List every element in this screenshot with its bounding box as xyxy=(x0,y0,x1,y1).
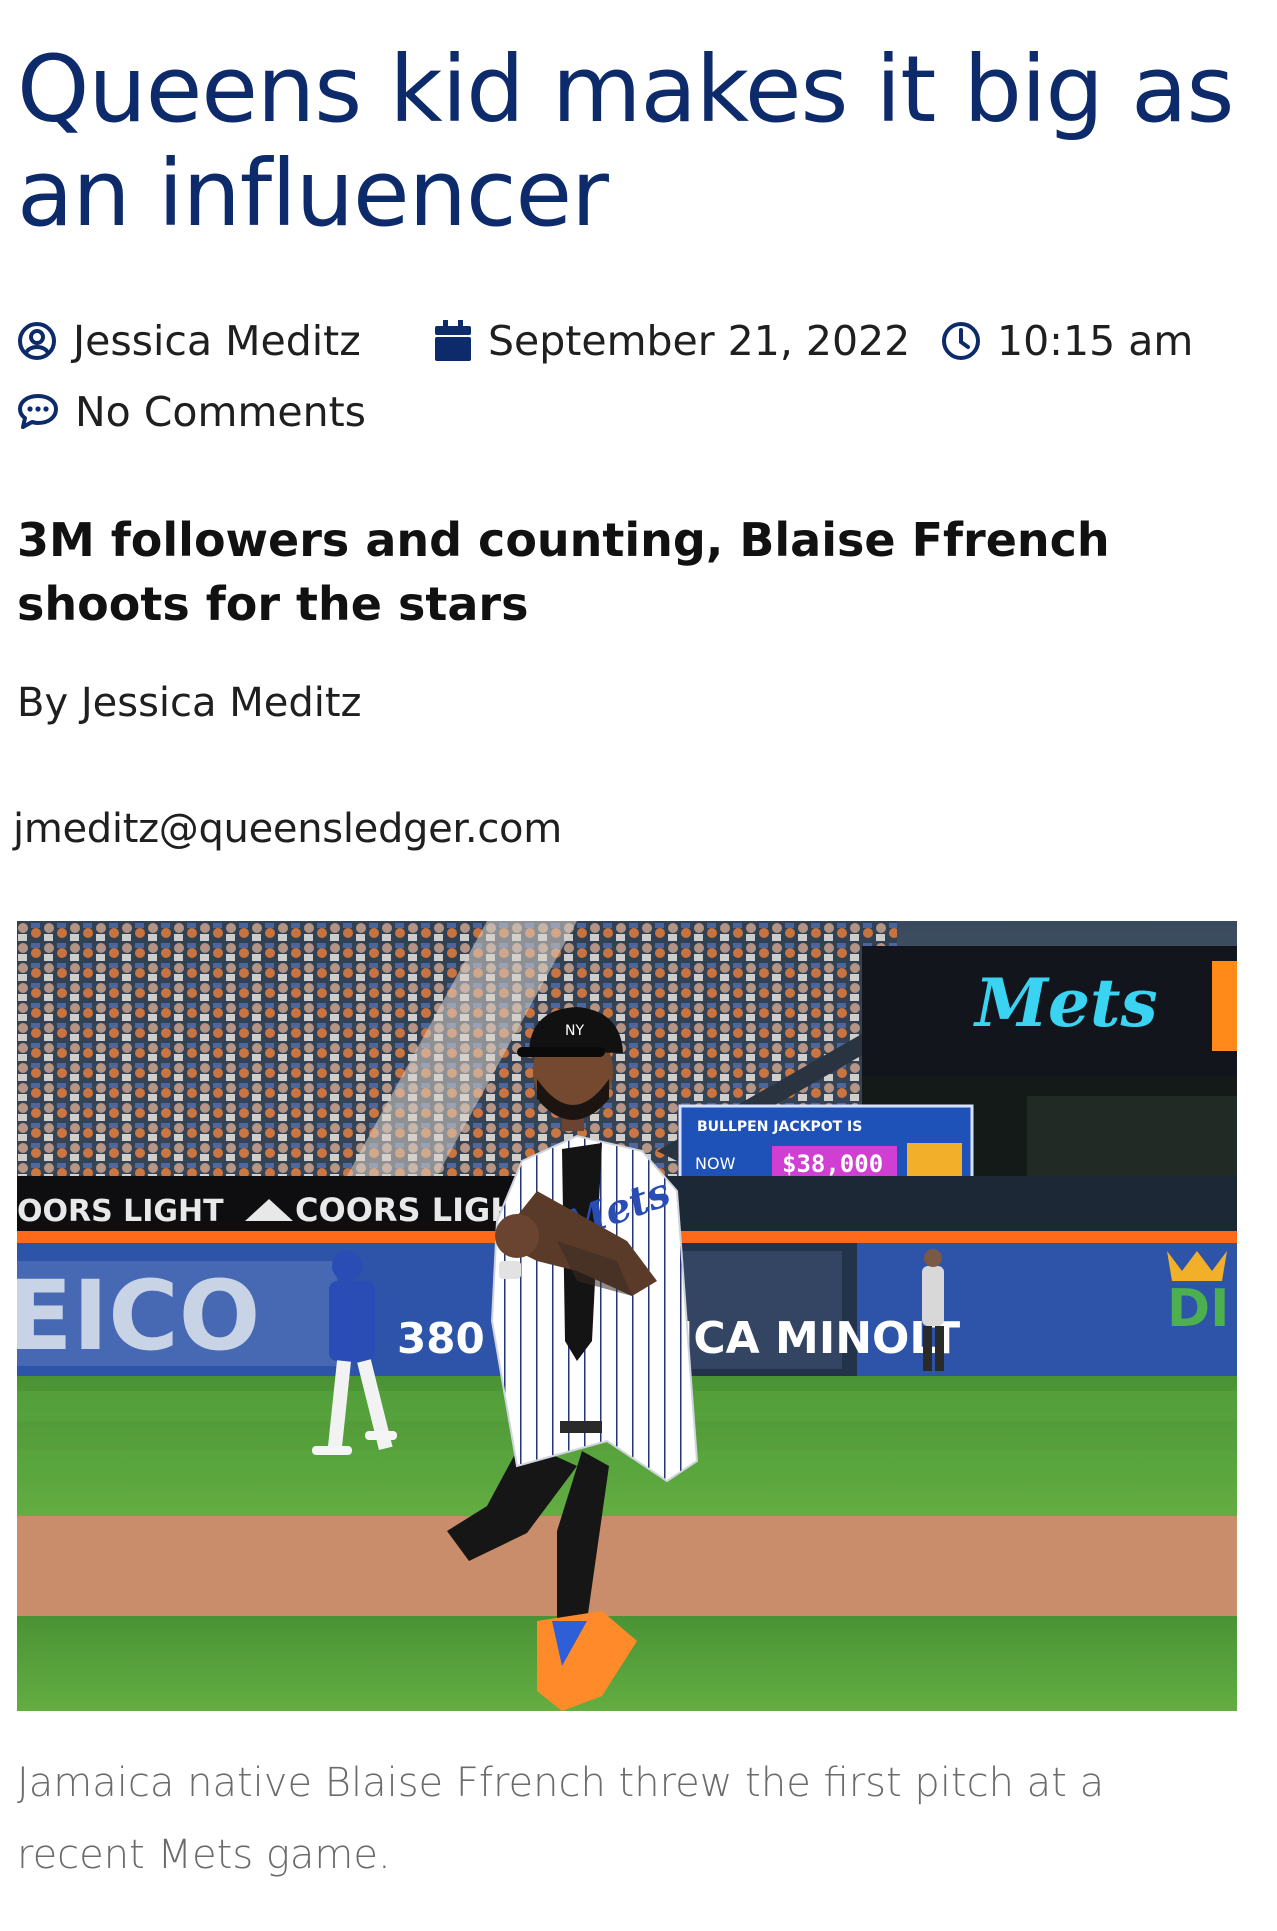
byline: By Jessica Meditz xyxy=(17,680,362,726)
geico-sign: EICO xyxy=(17,1260,260,1372)
author-meta[interactable]: Jessica Meditz xyxy=(17,317,361,365)
comments-link[interactable]: No Comments xyxy=(75,388,366,436)
minolta-sign: ICA MINOLT xyxy=(677,1313,960,1364)
time-meta: 10:15 am xyxy=(941,317,1193,365)
article-photo: Mets BULLPEN JACKPOT IS NOW $38,000 OORS… xyxy=(17,921,1237,1711)
stadium-scene: Mets BULLPEN JACKPOT IS NOW $38,000 OORS… xyxy=(17,921,1237,1711)
jackpot-sign-line2: NOW xyxy=(695,1154,736,1173)
svg-text:NY: NY xyxy=(565,1023,584,1039)
clock-icon xyxy=(942,322,980,360)
article-title: Queens kid makes it big as an influencer xyxy=(17,36,1234,247)
jackpot-sign-amount: $38,000 xyxy=(782,1150,883,1178)
author-email[interactable]: jmeditz@queensledger.com xyxy=(13,806,562,852)
distance-marker: 380 xyxy=(397,1314,485,1363)
user-circle-icon xyxy=(18,322,56,360)
coors-sign-left: OORS LIGHT xyxy=(17,1194,224,1229)
publish-date: September 21, 2022 xyxy=(488,317,911,365)
photo-caption: Jamaica native Blaise Ffrench threw the … xyxy=(17,1760,1105,1878)
author-name[interactable]: Jessica Meditz xyxy=(73,317,361,365)
calendar-icon xyxy=(435,320,471,361)
publish-time: 10:15 am xyxy=(997,317,1194,365)
date-meta: September 21, 2022 xyxy=(434,317,910,365)
right-ad-sign: DI xyxy=(1167,1279,1230,1339)
article-subheading: 3M followers and counting, Blaise Ffrenc… xyxy=(17,513,1110,631)
mets-logo-sign: Mets xyxy=(973,964,1158,1042)
comment-icon xyxy=(18,394,58,429)
jackpot-sign-line1: BULLPEN JACKPOT IS xyxy=(697,1119,862,1135)
comments-meta[interactable]: No Comments xyxy=(17,388,366,436)
